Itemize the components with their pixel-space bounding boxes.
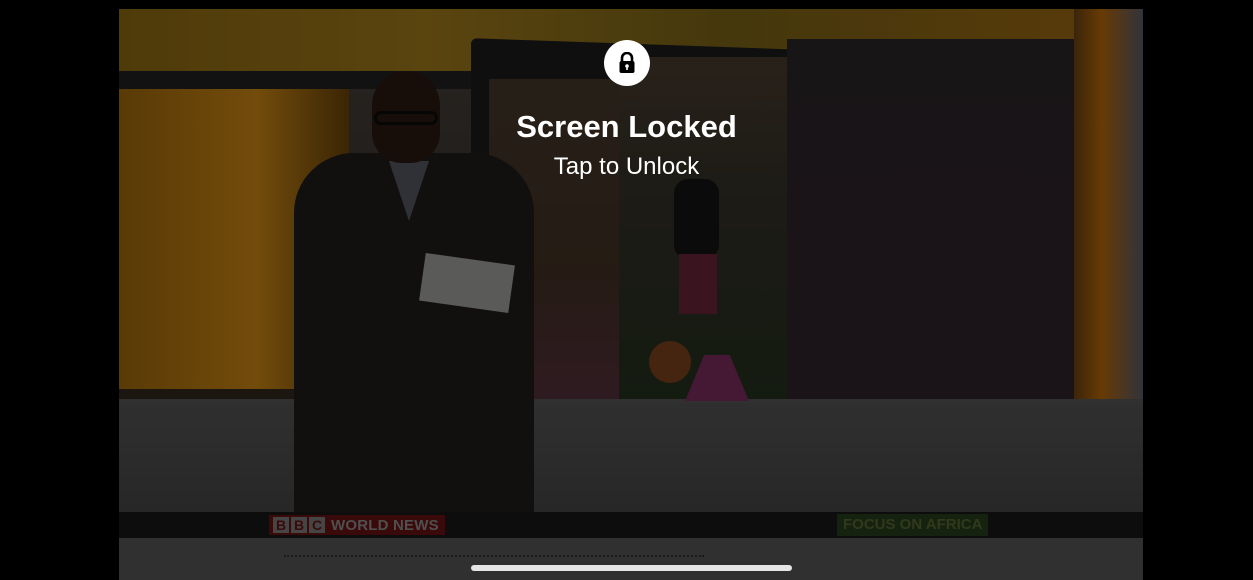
lock-title: Screen Locked: [516, 109, 737, 144]
lock-subtitle: Tap to Unlock: [553, 153, 700, 180]
lock-icon: [619, 52, 635, 73]
home-indicator[interactable]: [471, 565, 792, 571]
lock-badge[interactable]: [604, 40, 650, 86]
tap-to-unlock-area[interactable]: [119, 0, 1143, 580]
player-screen: B B C WORLD NEWS FOCUS ON AFRICA Screen …: [0, 0, 1253, 580]
